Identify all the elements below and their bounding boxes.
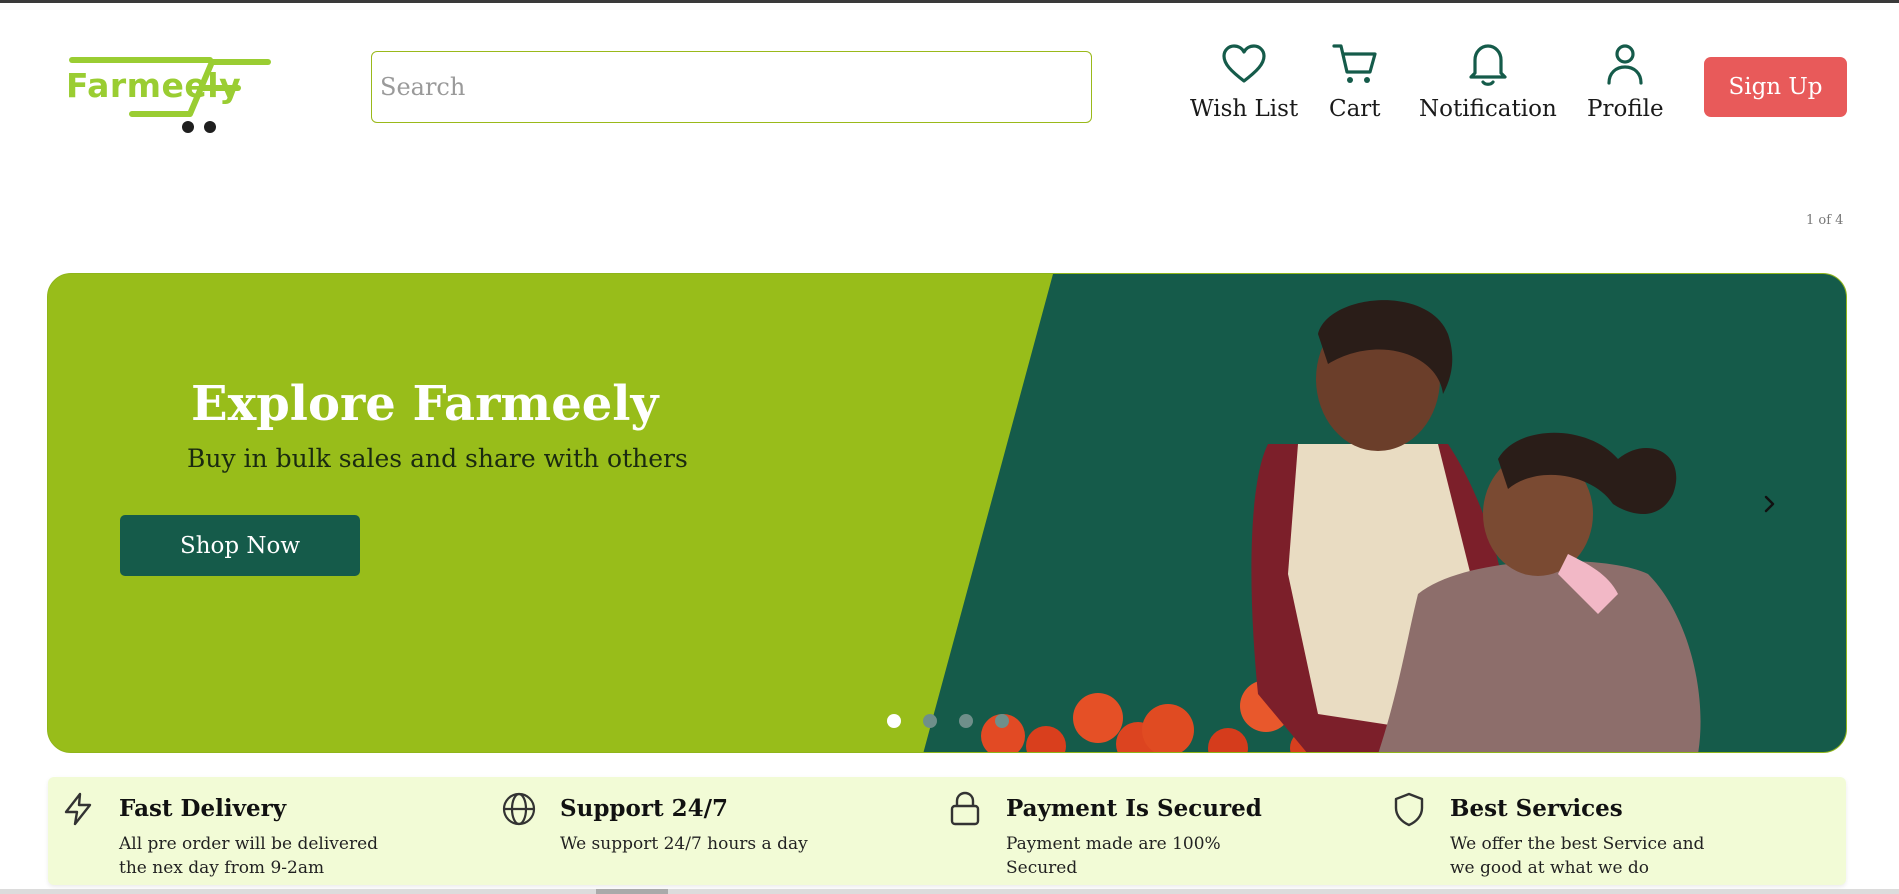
hero-subtitle: Buy in bulk sales and share with others	[187, 444, 688, 473]
heart-icon	[1220, 40, 1268, 88]
horizontal-scrollbar[interactable]	[0, 889, 1899, 894]
feature-desc: Payment made are 100% Secured	[1006, 834, 1221, 878]
window-top-border	[0, 0, 1899, 3]
cart-logo-icon	[69, 57, 271, 133]
nav-notification-label: Notification	[1419, 96, 1557, 122]
cart-icon	[1331, 40, 1379, 88]
nav-profile-label: Profile	[1587, 96, 1664, 122]
scrollbar-thumb[interactable]	[596, 889, 668, 894]
user-icon	[1601, 40, 1649, 88]
nav-wish-list-label: Wish List	[1190, 96, 1299, 122]
carousel-dot-3[interactable]	[959, 714, 973, 728]
feature-title: Best Services	[1450, 795, 1623, 822]
feature-title: Support 24/7	[560, 795, 728, 822]
hero-carousel[interactable]: Explore Farmeely Buy in bulk sales and s…	[47, 273, 1847, 753]
hero-image-panel	[923, 274, 1846, 752]
carousel-dot-1[interactable]	[887, 714, 901, 728]
slide-counter: 1 of 4	[1806, 213, 1844, 228]
feature-title: Fast Delivery	[119, 795, 287, 822]
features-bar: Fast Delivery All pre order will be deli…	[48, 777, 1846, 885]
carousel-dots	[887, 714, 1009, 728]
feature-desc: All pre order will be delivered the nex …	[119, 834, 379, 878]
feature-desc: We support 24/7 hours a day	[560, 834, 808, 854]
shield-icon	[1394, 792, 1424, 827]
bell-icon	[1464, 40, 1512, 88]
feature-desc: We offer the best Service and we good at…	[1450, 834, 1705, 878]
shop-now-button[interactable]: Shop Now	[120, 515, 360, 576]
hero-title: Explore Farmeely	[191, 376, 659, 432]
farmeely-logo[interactable]: Farmeely	[62, 56, 282, 136]
sign-up-button[interactable]: Sign Up	[1704, 57, 1847, 117]
nav-profile[interactable]: Profile	[1587, 40, 1664, 122]
carousel-dot-2[interactable]	[923, 714, 937, 728]
lock-icon	[950, 791, 980, 826]
search-input[interactable]	[371, 51, 1092, 123]
nav-cart-label: Cart	[1329, 96, 1381, 122]
nav-notification[interactable]: Notification	[1419, 40, 1557, 122]
feature-title: Payment Is Secured	[1006, 795, 1262, 822]
nav-wish-list[interactable]: Wish List	[1190, 40, 1298, 122]
carousel-dot-4[interactable]	[995, 714, 1009, 728]
nav-cart[interactable]: Cart	[1329, 40, 1381, 122]
globe-icon	[502, 792, 536, 826]
lightning-icon	[64, 792, 92, 826]
chevron-right-icon[interactable]	[1758, 492, 1782, 516]
